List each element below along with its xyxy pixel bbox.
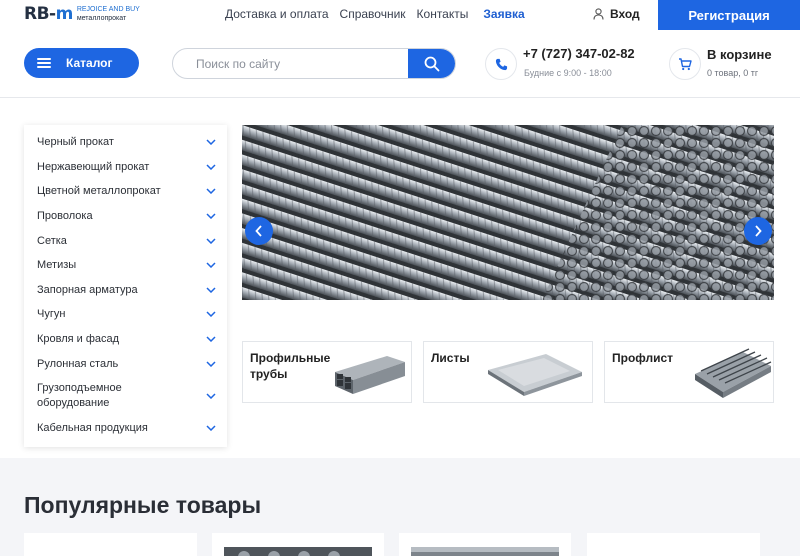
chevron-down-icon	[206, 188, 216, 195]
profile-pipes-image	[335, 356, 405, 394]
chevron-down-icon	[206, 336, 216, 343]
catalog-button[interactable]: Каталог	[24, 48, 139, 78]
category-card-label: Профильные трубы	[250, 351, 331, 381]
sidebar-item-label: Черный прокат	[37, 136, 114, 149]
sidebar-item-black-rolled[interactable]: Черный прокат	[24, 130, 227, 155]
sidebar-item-label: Кровля и фасад	[37, 333, 120, 346]
category-card-sheets[interactable]: Листы	[423, 341, 593, 403]
sidebar-item-label: Кабельная продукция	[37, 422, 148, 435]
nav-delivery-link[interactable]: Доставка и оплата	[225, 7, 329, 21]
logo[interactable]: RB-m REJOICE AND BUY металлопрокат	[24, 4, 140, 24]
register-button[interactable]: Регистрация	[658, 0, 800, 30]
phone-number[interactable]: +7 (727) 347-02-82	[523, 46, 635, 61]
sidebar-item-fasteners[interactable]: Метизы	[24, 253, 227, 278]
popular-title: Популярные товары	[24, 492, 262, 518]
sidebar-item-roofing[interactable]: Кровля и фасад	[24, 327, 227, 352]
logo-tagline: REJOICE AND BUY металлопрокат	[76, 6, 140, 22]
sidebar-item-label: Цветной металлопрокат	[37, 185, 161, 198]
rebar-photo	[242, 125, 774, 300]
cart-icon[interactable]	[669, 48, 701, 80]
product-card[interactable]	[587, 533, 760, 556]
login-link[interactable]: Вход	[593, 7, 640, 21]
category-card-profiled-sheet[interactable]: Профлист	[604, 341, 774, 403]
product-image	[224, 547, 372, 556]
search-button[interactable]	[408, 49, 455, 78]
profiled-sheet-image	[695, 348, 772, 398]
nav-reference-link[interactable]: Справочник	[340, 7, 406, 21]
category-card-label: Профлист	[612, 351, 674, 365]
nav-request-link[interactable]: Заявка	[483, 7, 524, 21]
login-label: Вход	[610, 7, 640, 21]
user-icon	[593, 8, 604, 20]
chevron-down-icon	[206, 393, 216, 399]
sheets-image	[488, 354, 582, 396]
sidebar-item-stainless[interactable]: Нержавеющий прокат	[24, 155, 227, 180]
sidebar-item-label: Метизы	[37, 259, 77, 272]
sidebar-item-label: Нержавеющий прокат	[37, 160, 150, 173]
sidebar-item-label: Запорная арматура	[37, 283, 138, 296]
sidebar-item-label: Проволока	[37, 210, 93, 223]
sidebar-item-wire[interactable]: Проволока	[24, 204, 227, 229]
search-box	[172, 48, 456, 79]
menu-icon	[37, 58, 51, 68]
chevron-down-icon	[206, 287, 216, 293]
chevron-down-icon	[206, 238, 216, 244]
hero-slider[interactable]	[242, 125, 774, 300]
catalog-label: Каталог	[66, 56, 113, 70]
product-card[interactable]	[399, 533, 571, 556]
category-card-profile-pipes[interactable]: Профильные трубы	[242, 341, 412, 403]
slider-prev-button[interactable]	[245, 217, 273, 245]
chevron-down-icon	[206, 213, 216, 220]
category-sidebar: Черный прокат Нержавеющий прокат Цветной…	[24, 125, 227, 447]
chevron-down-icon	[206, 425, 216, 432]
cart-title[interactable]: В корзине	[707, 47, 772, 62]
product-card[interactable]	[24, 533, 197, 556]
product-image	[411, 547, 559, 556]
chevron-right-icon	[755, 225, 762, 237]
sidebar-item-lifting[interactable]: Грузоподъемное оборудование	[24, 376, 227, 416]
category-card-label: Листы	[431, 351, 470, 365]
sidebar-item-label: Чугун	[37, 308, 66, 321]
sidebar-item-mesh[interactable]: Сетка	[24, 228, 227, 253]
sidebar-item-cable[interactable]: Кабельная продукция	[24, 416, 227, 441]
chevron-down-icon	[206, 311, 216, 318]
cart-summary: 0 товар, 0 тг	[707, 68, 759, 78]
phone-icon[interactable]	[485, 48, 517, 80]
chevron-down-icon	[206, 262, 216, 269]
sidebar-item-label: Рулонная сталь	[37, 357, 119, 370]
sidebar-item-label: Сетка	[37, 234, 67, 247]
phone-hours: Будние с 9:00 - 18:00	[524, 68, 612, 78]
header: Каталог +7 (727) 347-02-82 Будние с 9:00…	[0, 30, 800, 98]
chevron-left-icon	[255, 225, 262, 237]
sidebar-item-cast-iron[interactable]: Чугун	[24, 302, 227, 327]
sidebar-item-valves[interactable]: Запорная арматура	[24, 278, 227, 303]
sidebar-item-rolled-steel[interactable]: Рулонная сталь	[24, 351, 227, 376]
product-card[interactable]	[212, 533, 384, 556]
search-icon	[424, 56, 439, 71]
chevron-down-icon	[206, 164, 216, 170]
logo-wordmark: RB-m	[24, 4, 73, 24]
chevron-down-icon	[206, 361, 216, 367]
chevron-down-icon	[206, 139, 216, 146]
top-nav: Доставка и оплата Справочник Контакты За…	[225, 7, 525, 21]
sidebar-item-nonferrous[interactable]: Цветной металлопрокат	[24, 179, 227, 204]
slider-next-button[interactable]	[744, 217, 772, 245]
nav-contacts-link[interactable]: Контакты	[417, 7, 469, 21]
sidebar-item-label: Грузоподъемное оборудование	[37, 381, 122, 409]
top-bar: RB-m REJOICE AND BUY металлопрокат Доста…	[0, 0, 800, 30]
search-input[interactable]	[173, 49, 409, 78]
